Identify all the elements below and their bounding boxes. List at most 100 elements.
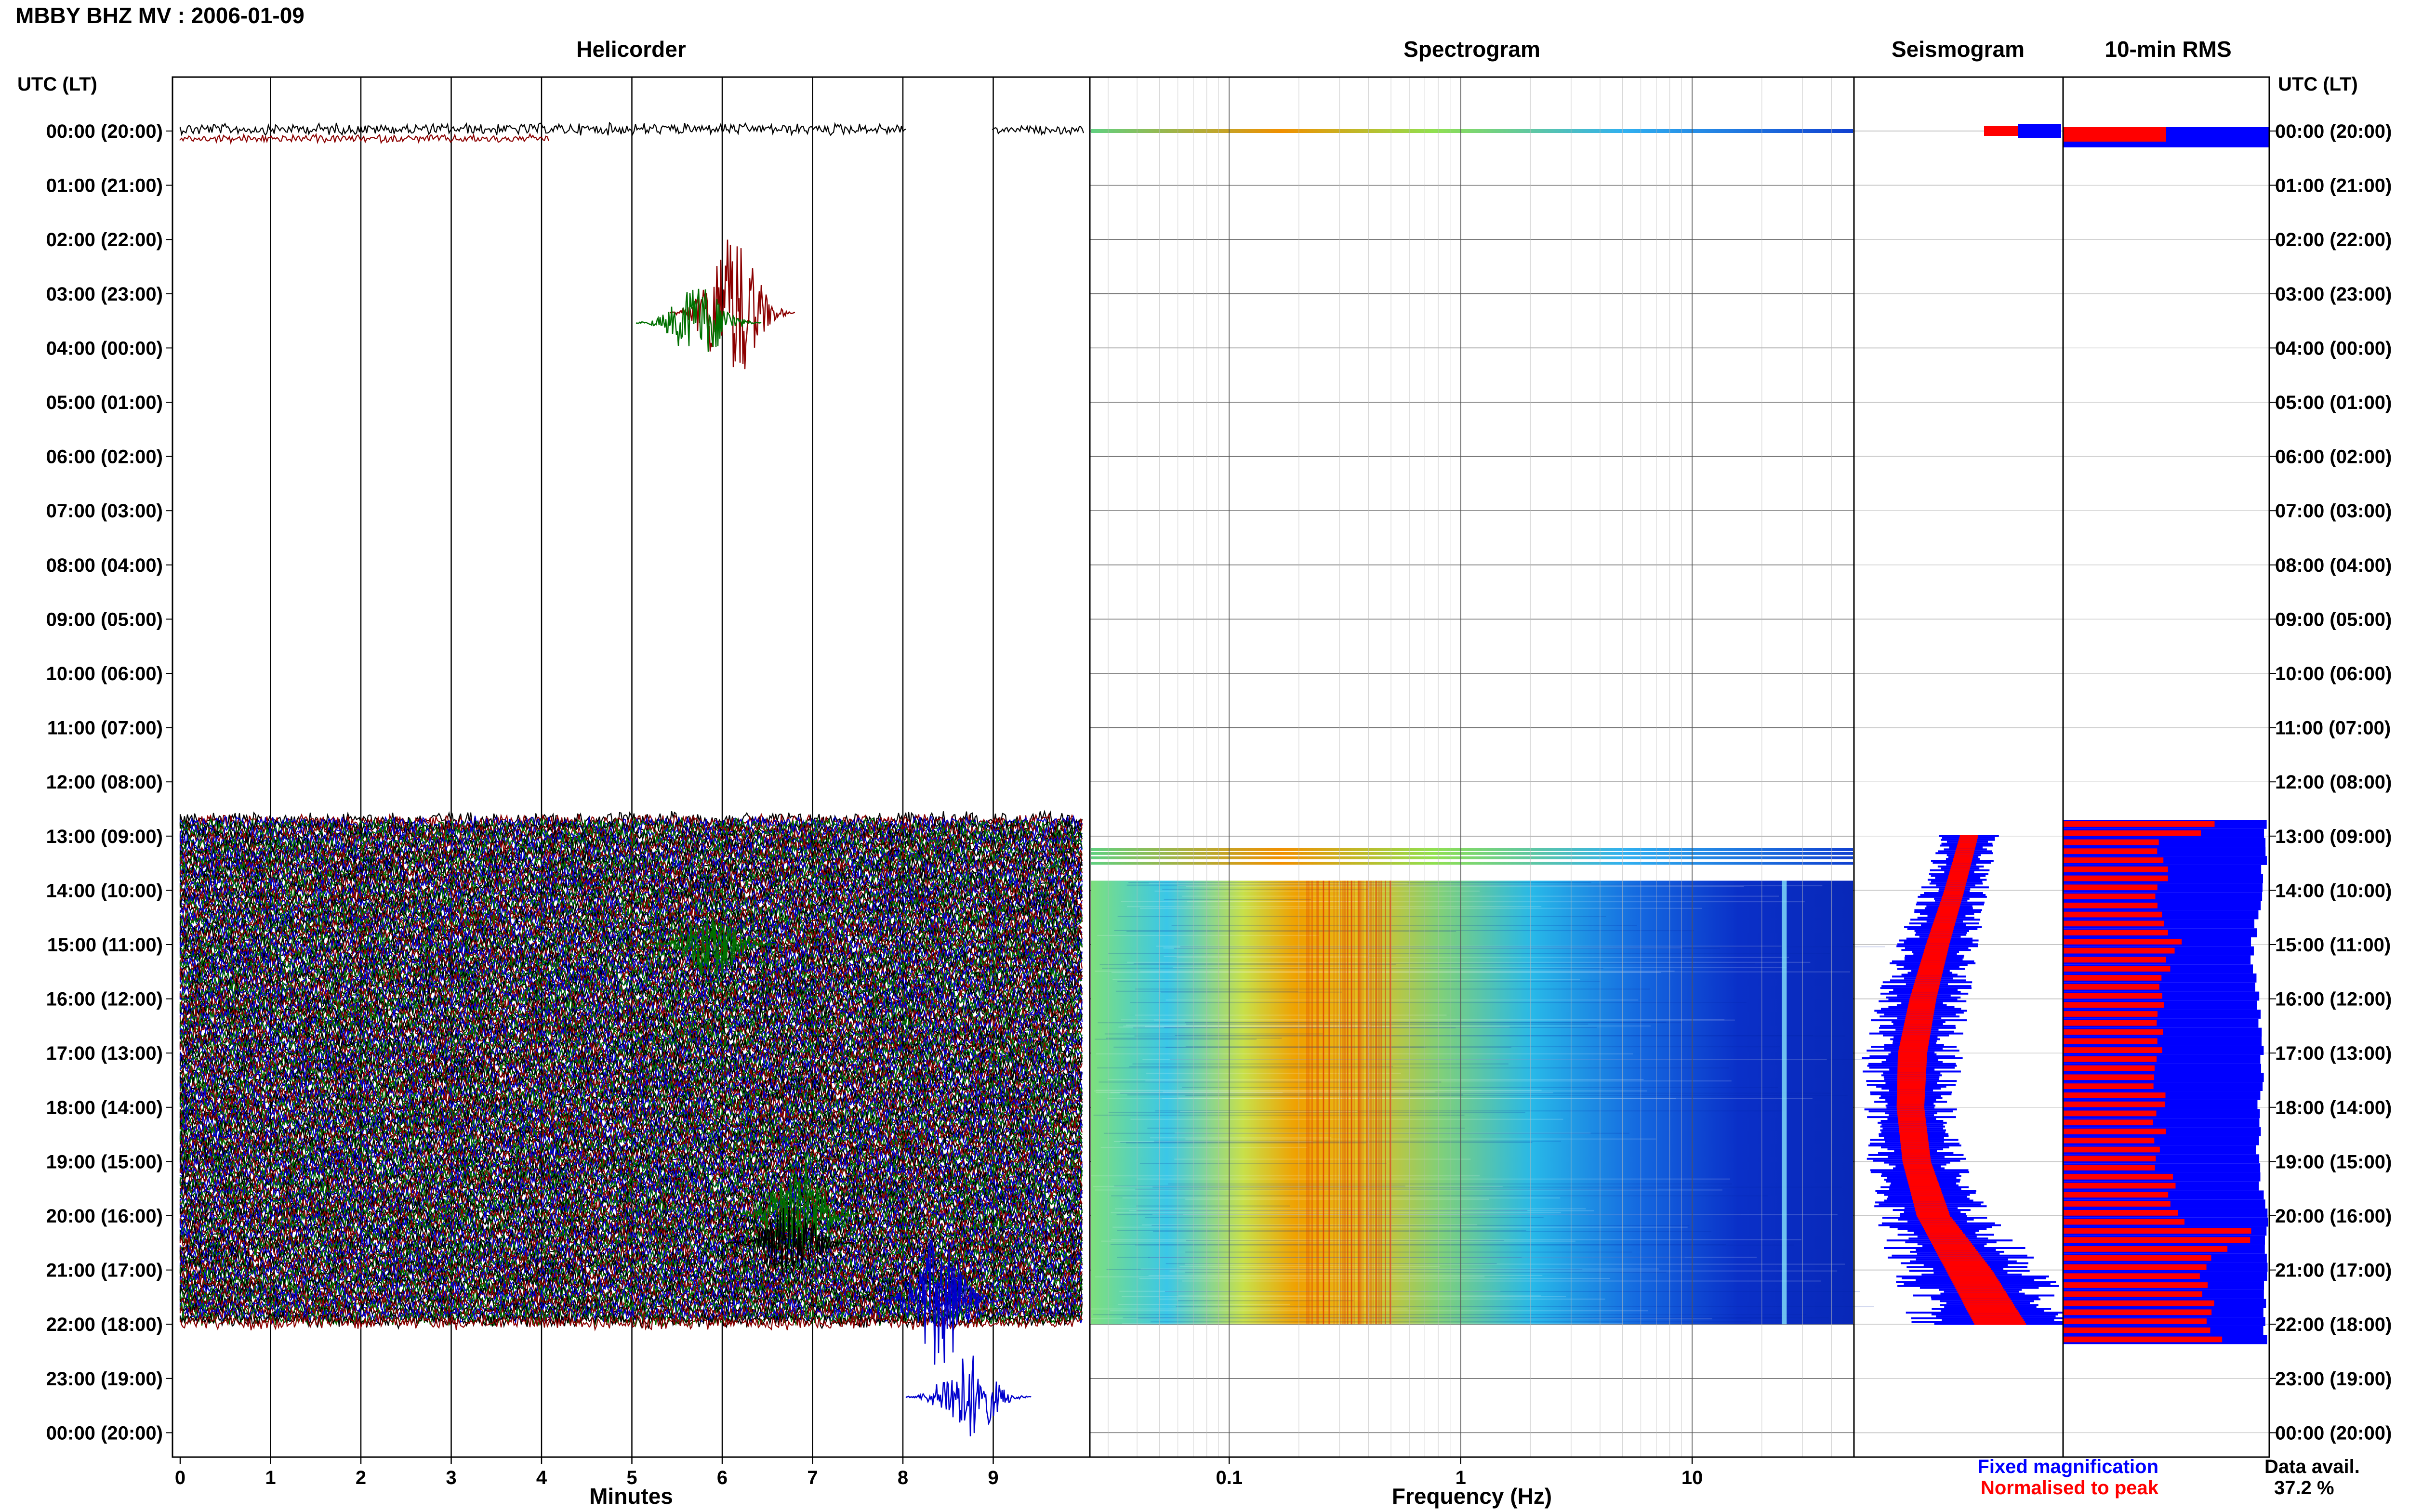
- spectrogram-texture: [1104, 1033, 1324, 1035]
- spectrogram-texture: [1171, 925, 1637, 926]
- rms-title: 10-min RMS: [2105, 37, 2231, 62]
- time-label: 07:00 (03:00): [46, 500, 163, 522]
- x-tick-label: 7: [807, 1467, 818, 1488]
- rms-normalised: [2063, 1291, 2202, 1297]
- x-tick-label: 4: [536, 1467, 547, 1488]
- rms-normalised: [2063, 1264, 2207, 1270]
- rms-normalised: [2063, 1192, 2169, 1198]
- spectrogram-band: [1343, 881, 1345, 1325]
- spectrogram-band: [1366, 881, 1367, 1325]
- spectrogram-texture: [1093, 1314, 1807, 1315]
- rms-normalised: [2063, 1183, 2176, 1189]
- spectrogram-band: [1370, 881, 1371, 1325]
- spectrogram-texture: [1152, 1214, 1838, 1215]
- spectrogram-texture: [1153, 1231, 1712, 1232]
- helicorder-title: Helicorder: [576, 37, 686, 62]
- spectrogram-texture: [1111, 1239, 1802, 1240]
- legend-fixed: Fixed magnification: [1977, 1456, 2158, 1477]
- spectrogram-band: [1357, 881, 1359, 1325]
- spectrogram-band: [1308, 881, 1310, 1325]
- spectrogram-texture: [1132, 1063, 1509, 1065]
- spectrogram-texture: [1100, 1146, 1308, 1148]
- seismogram-fixed: [2018, 124, 2061, 138]
- spectrogram-texture: [1176, 1306, 1874, 1307]
- x-tick-label: 2: [356, 1467, 366, 1488]
- rms-normalised: [2063, 1210, 2178, 1216]
- time-label: 17:00 (13:00): [46, 1043, 163, 1064]
- spectrogram-texture: [1161, 991, 1342, 993]
- rms-normalised: [2063, 127, 2166, 142]
- time-label: 17:00 (13:00): [2275, 1043, 2392, 1064]
- spectrogram-texture: [1151, 1321, 1751, 1323]
- time-label: 08:00 (04:00): [2275, 555, 2392, 576]
- x-tick-label: 9: [988, 1467, 998, 1488]
- spectrogram-texture: [1185, 1263, 1845, 1265]
- spectrogram-texture: [1106, 1038, 1282, 1039]
- time-label: 09:00 (05:00): [2275, 609, 2392, 630]
- time-label: 03:00 (23:00): [2275, 284, 2392, 305]
- rms-normalised: [2063, 1300, 2214, 1306]
- spectrogram-band: [1360, 881, 1361, 1325]
- time-label: 22:00 (18:00): [2275, 1314, 2392, 1335]
- rms-normalised: [2063, 1282, 2208, 1288]
- spectrogram-title: Spectrogram: [1403, 37, 1540, 62]
- spectrogram-texture: [1165, 999, 1639, 1001]
- time-label: 12:00 (08:00): [46, 772, 163, 793]
- spectrogram-texture: [1117, 1230, 1526, 1231]
- time-label: 14:00 (10:00): [2275, 880, 2392, 901]
- helicorder-x-label: Minutes: [589, 1484, 673, 1509]
- spectrogram-texture: [1169, 1270, 1838, 1272]
- rms-normalised: [2063, 821, 2215, 827]
- rms-normalised: [2063, 1029, 2163, 1035]
- spectrogram-texture: [1139, 1163, 1387, 1164]
- rms-normalised: [2063, 1255, 2211, 1261]
- seismogram-normalised: [1984, 126, 2018, 136]
- spectrogram-texture: [1139, 1278, 1610, 1279]
- rms-normalised: [2063, 894, 2156, 899]
- spectrogram-texture: [1182, 895, 1779, 897]
- helicorder-figure: MBBY BHZ MV : 2006-01-09 Helicorder Spec…: [15, 3, 2392, 1509]
- spectrogram-texture: [1114, 1208, 1586, 1210]
- rms-normalised: [2063, 1020, 2157, 1026]
- spectrogram-texture: [1185, 1272, 1667, 1273]
- spectrogram-texture: [1186, 1024, 1588, 1025]
- rms-normalised: [2063, 966, 2171, 972]
- rms-normalised: [2063, 1237, 2250, 1243]
- time-label: 00:00 (20:00): [2275, 121, 2392, 142]
- rms-normalised: [2063, 1336, 2223, 1342]
- time-label: 16:00 (12:00): [2275, 989, 2392, 1010]
- spectrogram-texture: [1095, 971, 1675, 972]
- rms-normalised: [2063, 884, 2158, 891]
- spectrogram-texture: [1114, 930, 1694, 932]
- rms-normalised: [2063, 1146, 2160, 1153]
- spectrogram-texture: [1177, 957, 1789, 958]
- spectrogram-band: [1310, 881, 1312, 1325]
- time-label: 21:00 (17:00): [46, 1260, 163, 1281]
- rms-normalised: [2063, 875, 2168, 881]
- rms-normalised: [2063, 1165, 2155, 1170]
- spectrogram-band: [1323, 881, 1324, 1325]
- time-label: 02:00 (22:00): [46, 229, 163, 250]
- helicorder-trace: [179, 121, 906, 137]
- spectrogram-texture: [1165, 1291, 1860, 1292]
- spectrogram-texture: [1133, 963, 1755, 964]
- time-label: 11:00 (07:00): [47, 718, 163, 739]
- spectrogram-band: [1359, 881, 1360, 1325]
- spectrogram-stripe: [1091, 848, 1853, 851]
- time-label: 04:00 (00:00): [2275, 338, 2392, 359]
- left-axis-header: UTC (LT): [17, 74, 97, 95]
- rms-normalised: [2063, 1011, 2158, 1017]
- spectrogram-texture: [1178, 1300, 1354, 1302]
- spectrogram-texture: [1142, 1059, 1827, 1060]
- page-title: MBBY BHZ MV : 2006-01-09: [15, 3, 304, 28]
- time-label: 08:00 (04:00): [46, 555, 163, 576]
- spectrogram-texture: [1185, 1138, 1656, 1140]
- spectrogram-stripe: [1091, 852, 1853, 855]
- rms-normalised: [2063, 1137, 2155, 1144]
- spectrogram-texture: [1185, 1095, 1848, 1096]
- spectrogram-texture: [1122, 1197, 1561, 1199]
- spectrogram-spike: [1782, 881, 1787, 1325]
- spectrogram-texture: [1141, 1224, 1478, 1225]
- time-label: 23:00 (19:00): [46, 1368, 163, 1390]
- spectrogram-band: [1348, 881, 1349, 1325]
